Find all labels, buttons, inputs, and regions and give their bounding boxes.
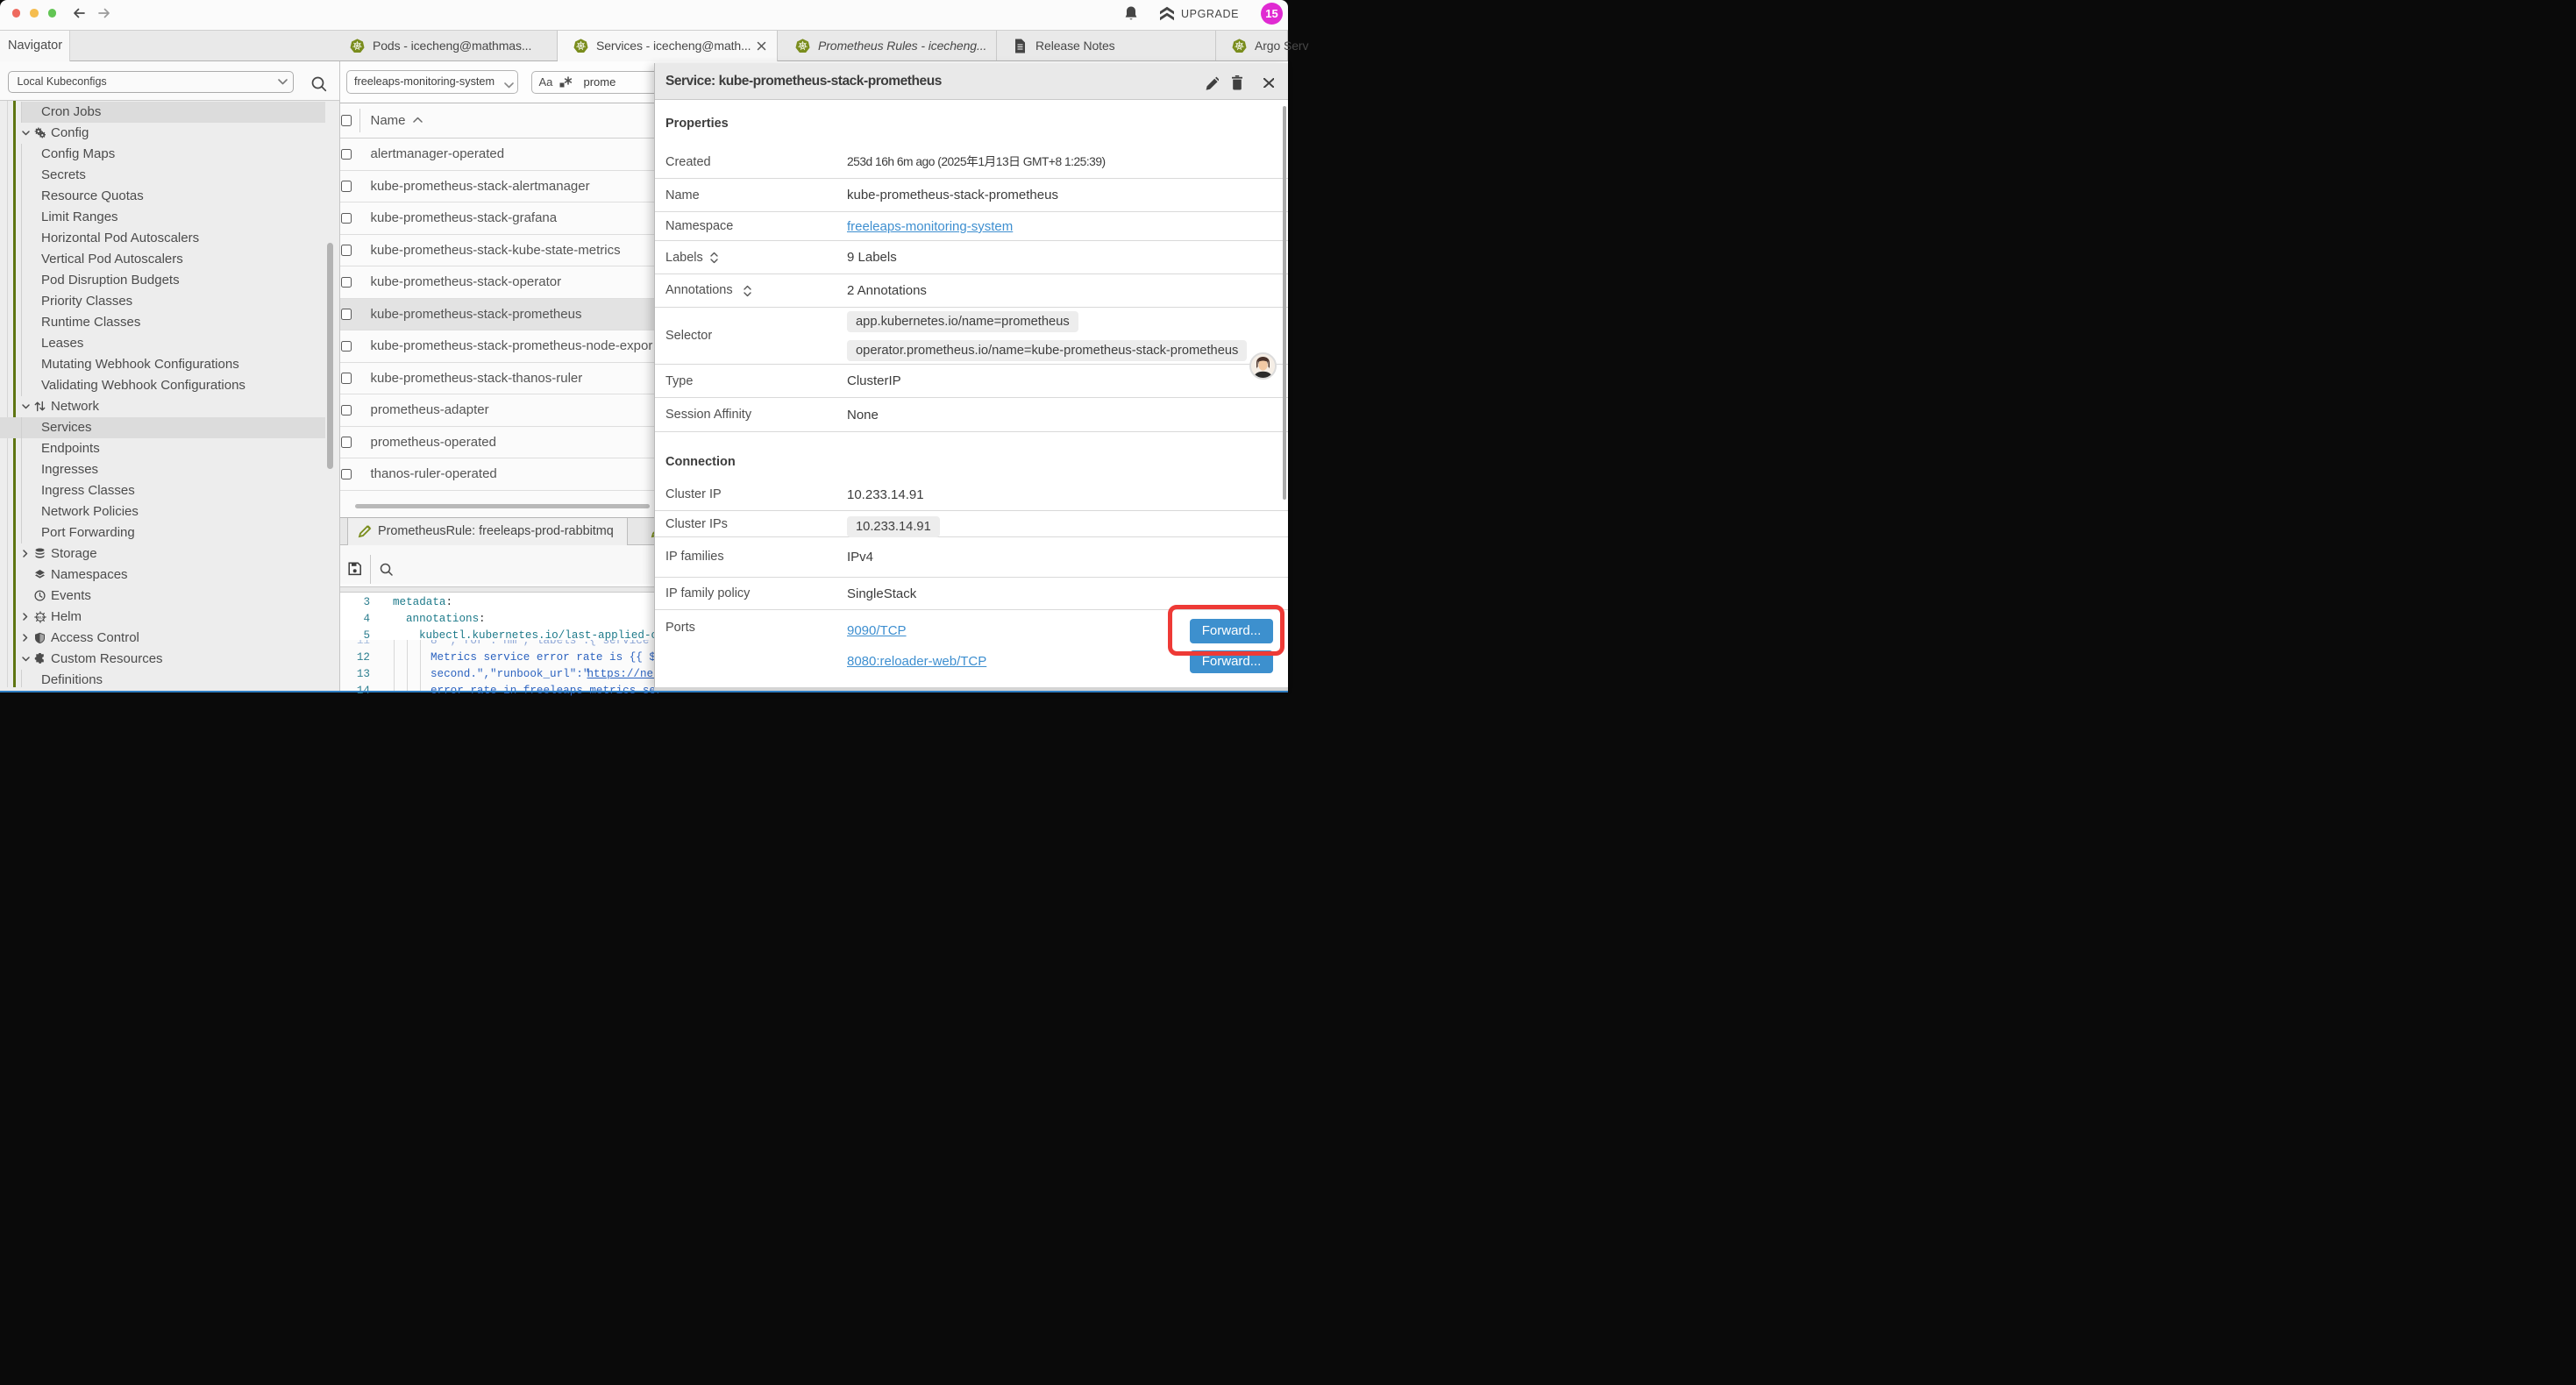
svg-text:HELM: HELM	[36, 615, 45, 619]
